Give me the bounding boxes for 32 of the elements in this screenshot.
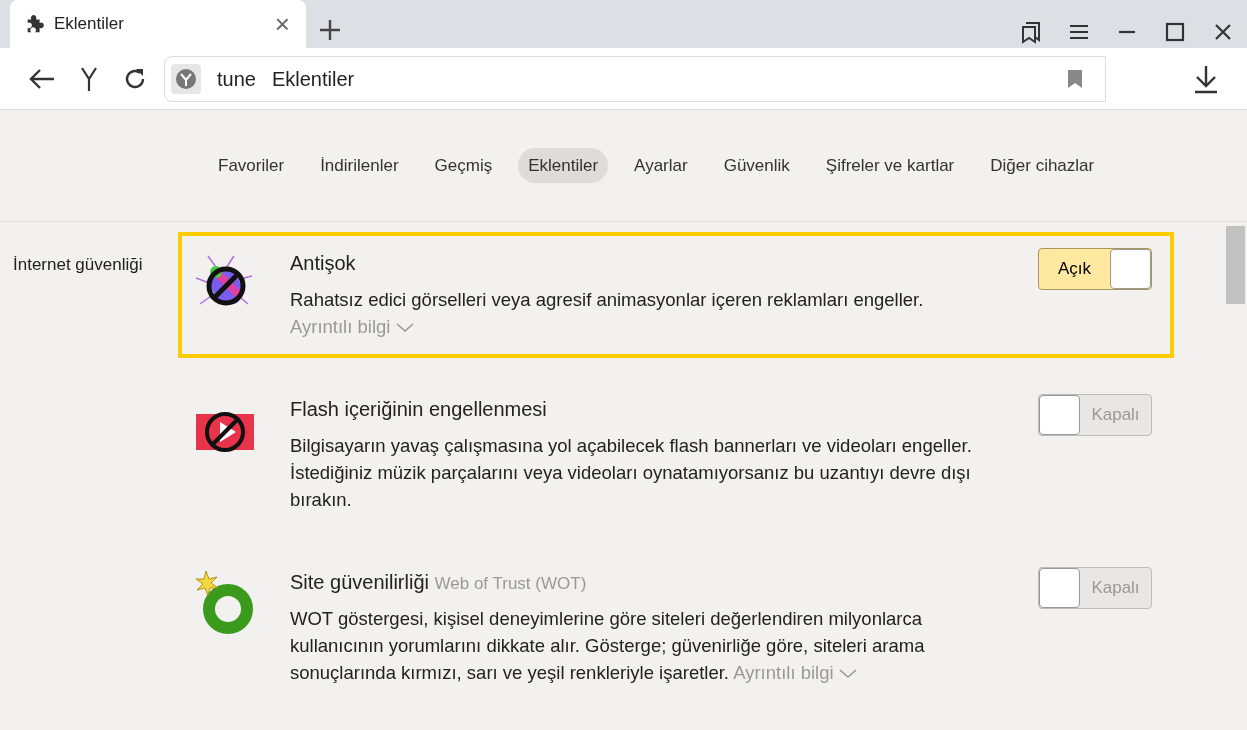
download-icon[interactable] (1193, 63, 1219, 94)
nav-tab[interactable]: Ayarlar (624, 147, 698, 184)
address-host: tune (217, 66, 256, 92)
nav-tab[interactable]: Geçmiş (424, 147, 503, 184)
nav-tab[interactable]: Diğer cihazlar (980, 147, 1105, 184)
nav-tab[interactable]: Favoriler (208, 147, 295, 184)
extension-subtitle: Web of Trust (WOT) (434, 574, 587, 593)
browser-tab[interactable]: Eklentiler × (10, 0, 306, 48)
nav-tab[interactable]: Güvenlik (713, 147, 800, 184)
site-icon (171, 63, 201, 94)
bookmarks-icon[interactable] (1019, 20, 1043, 44)
nav-tab[interactable]: Şifreler ve kartlar (815, 147, 965, 184)
nav-tab[interactable]: Eklentiler (518, 147, 609, 184)
scrollbar-thumb[interactable] (1226, 226, 1245, 304)
address-page-title: Eklentiler (271, 66, 355, 92)
section-title: İnternet güvenliği (12, 254, 144, 276)
tab-title: Eklentiler (54, 13, 124, 36)
extension-description: Bilgisayarın yavaş çalışmasına yol açabilecek flash bannerları ve videoları engeller. İstediğiniz müzik parçalarını veya videoları oynatamıyorsanız bu uzantıyı devre dışı bırakın. (290, 434, 973, 512)
plus-icon[interactable] (318, 18, 342, 42)
extension-name: Flash içeriğinin engellenmesi (290, 398, 547, 420)
toggle-switch[interactable]: Açık (1038, 248, 1152, 290)
y-logo-icon[interactable] (80, 65, 98, 92)
back-arrow-icon[interactable] (28, 66, 56, 91)
extension-name: Site güvenilirliği (290, 571, 429, 593)
extension-name: Antişok (290, 252, 356, 274)
extension-description: Rahatsız edici görselleri veya agresif animasyonlar içeren reklamları engeller. (290, 288, 925, 312)
extension-description: WOT göstergesi, kişisel deneyimlerine göre siteleri değerlendiren milyonlarca kullanıcının yorumlarını dikkate alır. Gösterge; güvenirliğe göre, siteleri arama sonuçlarında kırmızı, sarı ve yeşil renkleriyle işaretler. Ayrıntılı bilgi (290, 607, 926, 685)
maximize-icon[interactable] (1163, 20, 1187, 44)
close-tab-button[interactable]: × (272, 11, 292, 37)
nav-tab[interactable]: İndirilenler (310, 147, 409, 184)
bookmark-icon[interactable] (1067, 69, 1083, 90)
address-field[interactable]: tune Eklentiler (164, 55, 1106, 102)
